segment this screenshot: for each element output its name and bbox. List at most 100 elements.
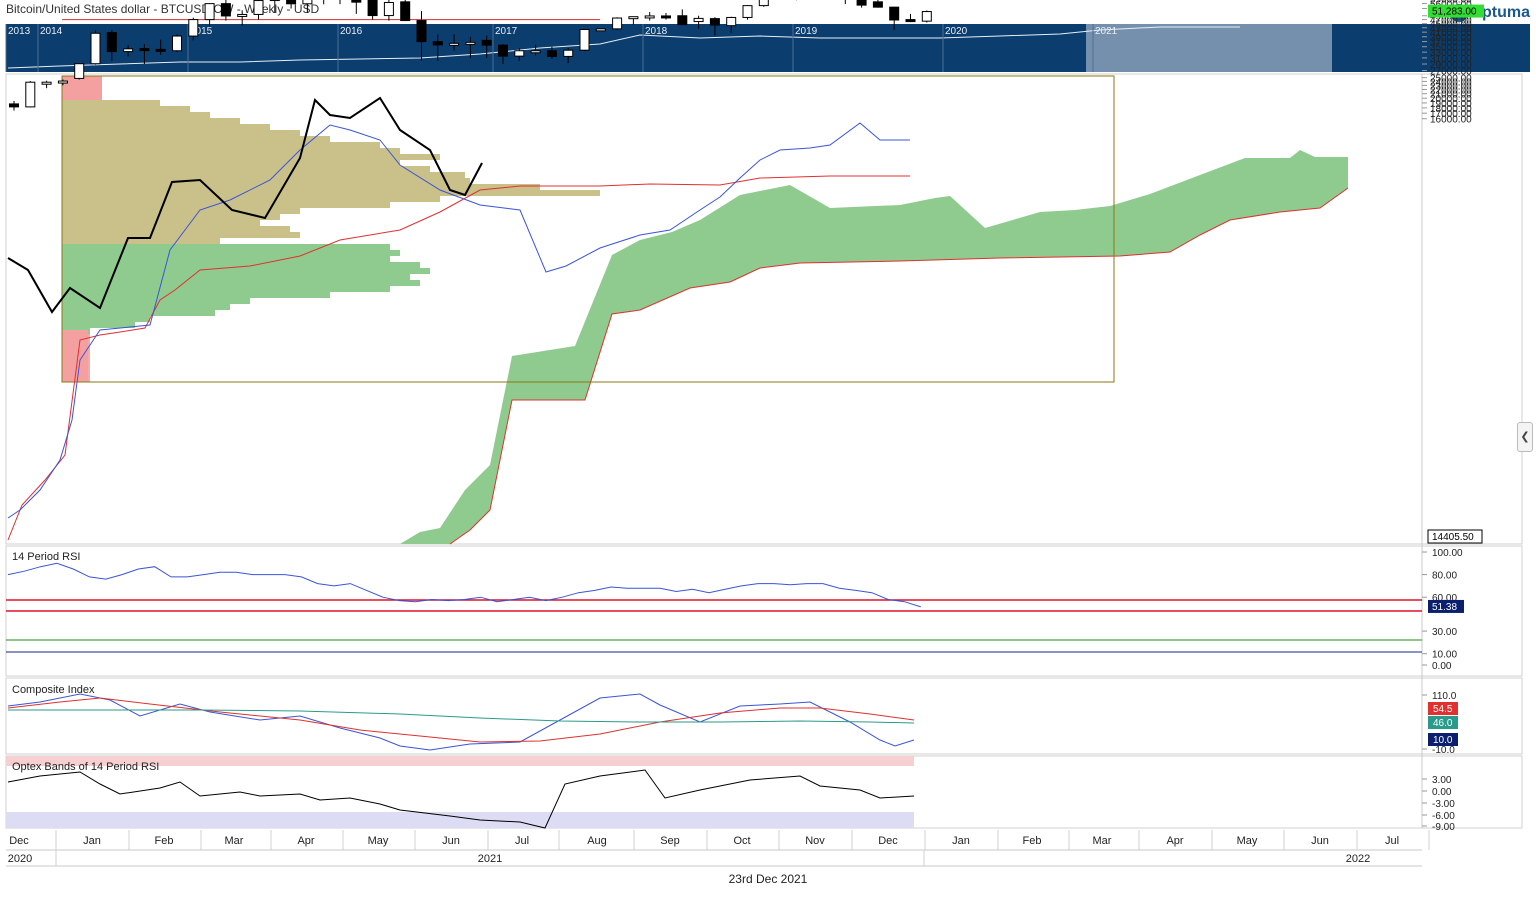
candle-body-up <box>253 0 264 15</box>
candle-body-down <box>351 0 362 3</box>
candle <box>844 0 846 5</box>
candle-body-up <box>302 0 313 5</box>
candle-body-up <box>693 17 704 23</box>
candle-body-up <box>514 50 525 57</box>
candle-body-down <box>546 50 557 57</box>
vp-upper-bar <box>62 178 470 184</box>
vp-upper-bar <box>62 154 440 160</box>
month-label: Jan <box>83 835 101 847</box>
composite-tick-label: 110.0 <box>1432 691 1457 702</box>
candle-body-up <box>25 81 36 108</box>
candle-body-up <box>726 16 737 27</box>
candle-body-down <box>498 44 508 57</box>
candle <box>253 0 264 20</box>
composite-tick-label: -10.0 <box>1432 745 1455 756</box>
month-label: Apr <box>1166 835 1183 847</box>
month-label: Mar <box>225 835 244 847</box>
month-label: Sep <box>660 835 680 847</box>
candle <box>758 0 769 7</box>
candle <box>595 28 606 32</box>
rsi-title: 14 Period RSI <box>12 551 80 563</box>
composite-value-label: 10.0 <box>1433 735 1453 746</box>
candle-body-down <box>432 41 443 46</box>
candle <box>367 0 378 20</box>
candle <box>74 63 85 80</box>
candle-body-up <box>204 3 215 21</box>
vp-upper-bar <box>62 166 430 172</box>
month-label: May <box>1237 835 1258 847</box>
candle-body-down <box>155 48 166 52</box>
low-price-label: 14405.50 <box>1432 532 1474 543</box>
month-label: Jul <box>515 835 529 847</box>
candle <box>579 28 590 52</box>
candle-body-down <box>677 15 688 26</box>
month-label: Oct <box>733 835 750 847</box>
candle-body-down <box>400 1 411 22</box>
candle-body-up <box>172 35 182 52</box>
optex-tick-label: -6.00 <box>1432 811 1455 822</box>
candle-body-up <box>563 49 574 57</box>
composite-value-label: 54.5 <box>1433 704 1453 715</box>
vp-lower-bar <box>62 280 420 286</box>
price-tick-label: 16000.00 <box>1430 115 1472 126</box>
month-label: Nov <box>805 835 825 847</box>
composite-slow-line <box>7 697 915 743</box>
candle-body-down <box>872 1 883 8</box>
vp-lower-bar <box>62 268 430 274</box>
vp-upper-bar <box>62 130 300 136</box>
candle-body-up <box>57 80 68 84</box>
candle <box>172 34 182 53</box>
candle-body-down <box>139 48 150 52</box>
month-label: Apr <box>297 835 314 847</box>
vp-lower-bar <box>62 256 390 262</box>
overview-year-label: 2020 <box>945 26 968 37</box>
candle <box>400 0 411 22</box>
month-label: Jun <box>442 835 460 847</box>
candle-body-up <box>758 0 769 7</box>
composite-average-line <box>8 709 915 724</box>
vp-upper-bar <box>62 100 160 106</box>
vp-lower-bar <box>62 244 390 250</box>
vp-upper-bar <box>62 220 260 226</box>
candle <box>90 30 101 65</box>
month-label: Jul <box>1385 835 1399 847</box>
overview-window <box>1086 24 1332 72</box>
candle-body-up <box>465 41 476 45</box>
overview-year-label: 2018 <box>645 26 668 37</box>
vp-top-bar <box>62 76 102 100</box>
year-label: 2020 <box>8 853 32 865</box>
candle <box>383 0 394 21</box>
candle-body-down <box>367 0 378 17</box>
optex-tick-label: -9.00 <box>1432 822 1455 833</box>
vp-lower-bar <box>62 304 230 310</box>
composite-axis: 110.0 -10.0 54.5 46.0 10.0 <box>1422 691 1458 756</box>
rsi-tick-label: 0.00 <box>1432 661 1452 672</box>
candle-body-up <box>237 13 248 17</box>
chart-canvas[interactable]: 201320142015201620172018201920202021 650… <box>0 0 1536 899</box>
optex-tick-label: 0.00 <box>1432 787 1452 798</box>
vp-upper-bar <box>62 142 380 148</box>
candle <box>339 0 341 5</box>
candle <box>302 0 313 13</box>
overview-year-label: 2017 <box>495 26 518 37</box>
candle-body-down <box>286 0 297 5</box>
price-axis: 65000.0062000.0059000.0056000.0053000.00… <box>1422 0 1484 544</box>
vp-upper-bar <box>62 172 465 178</box>
candle <box>661 12 671 20</box>
candle <box>856 0 867 8</box>
candle-body-up <box>628 16 639 20</box>
month-label: Feb <box>1023 835 1042 847</box>
candle <box>677 9 688 26</box>
collapse-panel-button[interactable]: ❮ <box>1517 422 1533 452</box>
overview-year-label: 2016 <box>340 26 363 37</box>
vp-upper-bar <box>62 208 300 214</box>
candle <box>644 12 655 21</box>
candle-body-down <box>9 103 19 108</box>
candle <box>286 0 297 9</box>
candle <box>220 0 231 21</box>
candle-body-down <box>106 32 117 53</box>
candle-body-up <box>921 11 932 22</box>
ichimoku-cloud <box>400 150 1348 544</box>
candle-body-up <box>579 28 590 51</box>
month-label: Feb <box>155 835 174 847</box>
